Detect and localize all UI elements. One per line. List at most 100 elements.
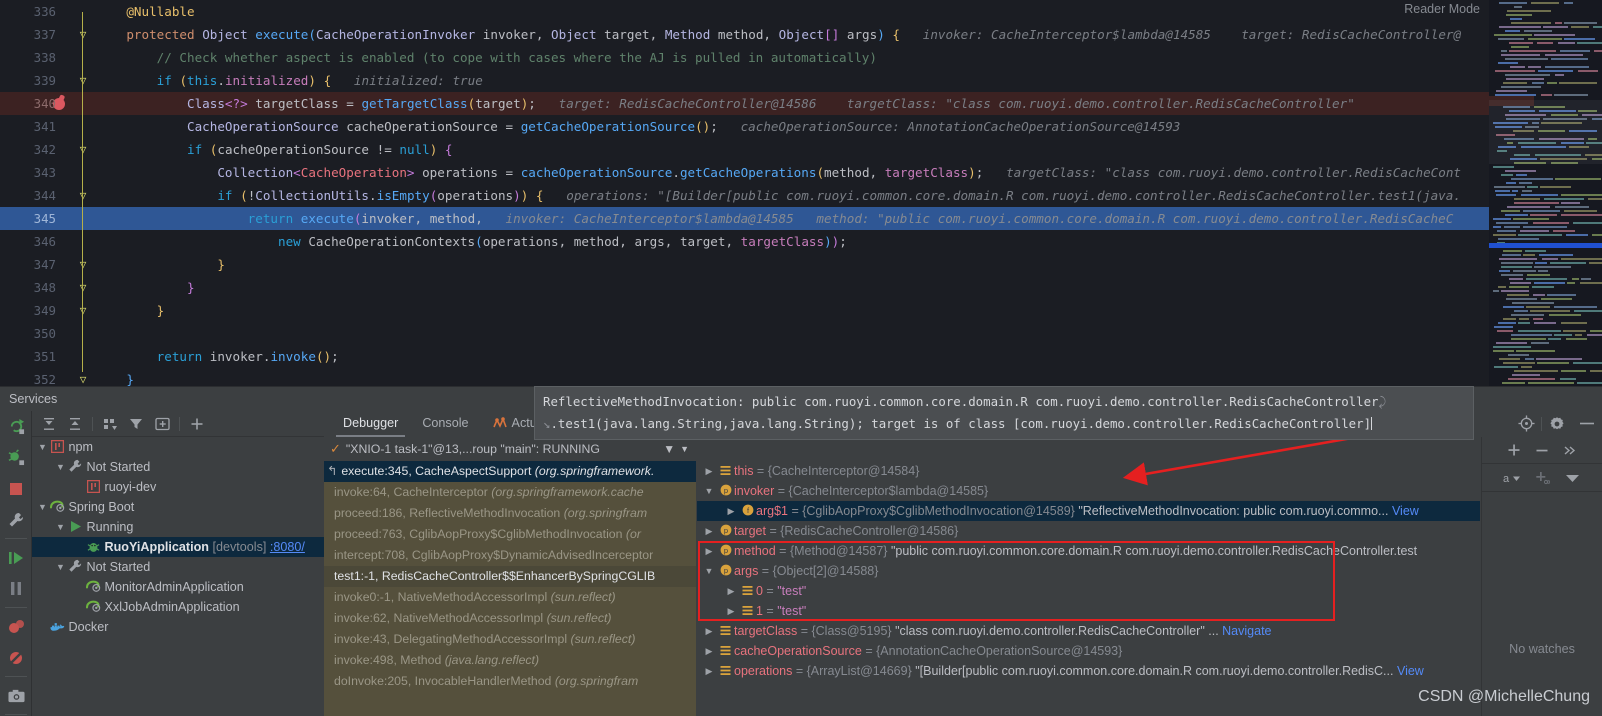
fold-marker-icon[interactable]: ▽ xyxy=(76,184,90,207)
fold-marker-icon[interactable]: ▽ xyxy=(76,253,90,276)
service-port-link[interactable]: :8080/ xyxy=(270,540,305,554)
code-line[interactable]: 340 Class<?> targetClass = getTargetClas… xyxy=(0,92,1489,115)
mute-breakpoints-off-icon[interactable] xyxy=(0,642,32,673)
chevron-right-icon[interactable]: ▶ xyxy=(701,461,717,481)
stack-frame-row[interactable]: invoke:498, Method (java.lang.reflect) xyxy=(324,650,696,671)
chevron-right-icon[interactable]: ▶ xyxy=(723,581,739,601)
service-tree-item[interactable]: ▼ Not Started xyxy=(32,557,324,577)
remove-watch-icon[interactable] xyxy=(1529,439,1555,461)
add-inline-watch-icon[interactable] xyxy=(1529,467,1555,489)
code-line[interactable]: 341 CacheOperationSource cacheOperationS… xyxy=(0,115,1489,138)
watches-toolbar-primary[interactable] xyxy=(1482,437,1602,464)
stack-frame-row[interactable]: proceed:763, CglibAopProxy$CglibMethodIn… xyxy=(324,524,696,545)
mute-breakpoints-icon[interactable] xyxy=(0,611,32,642)
code-line[interactable]: 345 return execute(invoker, method, invo… xyxy=(0,207,1489,230)
code-line[interactable]: 339 ▽ if (this.initialized) { initialized… xyxy=(0,69,1489,92)
fold-marker-icon[interactable]: ▽ xyxy=(76,276,90,299)
fold-marker-icon[interactable]: ▽ xyxy=(76,138,90,161)
code-editor[interactable]: 336 @Nullable 337 ▽ protected Object execu… xyxy=(0,0,1602,386)
code-line[interactable]: 351 return invoker.invoke(); xyxy=(0,345,1489,368)
chevron-right-icon[interactable]: ▶ xyxy=(701,541,717,561)
chevron-down-icon[interactable]: ▼ xyxy=(54,457,67,477)
variable-row[interactable]: ▶ 1 = "test" xyxy=(697,601,1480,621)
settings-wrench-icon[interactable] xyxy=(0,504,32,535)
variable-action-link[interactable]: Navigate xyxy=(1222,624,1271,638)
services-tree[interactable]: ▼ npm ▼ Not Started ruoyi-dev ▼ Spring Boo… xyxy=(32,437,324,716)
tab-console[interactable]: Console xyxy=(411,410,479,437)
code-line[interactable]: 346 new CacheOperationContexts(operation… xyxy=(0,230,1489,253)
service-tree-item[interactable]: Docker xyxy=(32,617,324,637)
chevron-down-icon[interactable]: ▼ xyxy=(36,497,49,517)
code-line[interactable]: 338 // Check whether aspect is enabled (… xyxy=(0,46,1489,69)
chevron-down-icon[interactable]: ▼ xyxy=(701,481,717,501)
variable-row[interactable]: ▼ p args = {Object[2]@14588} xyxy=(697,561,1480,581)
frames-panel[interactable]: ✓ "XNIO-1 task-1"@13,...roup "main": RUN… xyxy=(324,437,696,716)
variable-action-link[interactable]: View xyxy=(1397,664,1424,678)
code-line[interactable]: 350 xyxy=(0,322,1489,345)
chevron-right-icon[interactable]: ▶ xyxy=(701,521,717,541)
add-service-icon[interactable] xyxy=(184,413,210,435)
code-line[interactable]: 343 Collection<CacheOperation> operation… xyxy=(0,161,1489,184)
chevron-right-icon[interactable]: ▶ xyxy=(723,601,739,621)
variable-row[interactable]: ▶ operations = {ArrayList@14669} "[Builde… xyxy=(697,661,1480,681)
reader-mode-label[interactable]: Reader Mode xyxy=(1404,2,1480,16)
fold-marker-icon[interactable]: ▽ xyxy=(76,368,90,386)
debug-icon[interactable] xyxy=(0,442,32,473)
variable-row[interactable]: ▶ p method = {Method@14587} "public com.ru… xyxy=(697,541,1480,561)
variable-row[interactable]: ▶ targetClass = {Class@5195} "class com.r… xyxy=(697,621,1480,641)
filter-icon[interactable] xyxy=(123,413,149,435)
watches-toolbar-secondary[interactable]: a xyxy=(1482,464,1602,492)
code-line[interactable]: 349 ▽ } xyxy=(0,299,1489,322)
code-line[interactable]: 337 ▽ protected Object execute(CacheOpera… xyxy=(0,23,1489,46)
resume-program-icon[interactable] xyxy=(0,542,32,573)
stop-icon[interactable] xyxy=(0,473,32,504)
add-watch-icon[interactable] xyxy=(1501,439,1527,461)
tab-debugger[interactable]: Debugger xyxy=(332,410,409,437)
sort-alpha-icon[interactable]: a xyxy=(1499,467,1525,489)
debugger-toolbar[interactable] xyxy=(1480,410,1602,437)
fold-marker-icon[interactable]: ▽ xyxy=(76,69,90,92)
service-tree-item[interactable]: ▼ Spring Boot xyxy=(32,497,324,517)
thread-selector[interactable]: ✓ "XNIO-1 task-1"@13,...roup "main": RUN… xyxy=(324,437,696,461)
chevron-down-icon[interactable]: ▼ xyxy=(701,561,717,581)
service-tree-item[interactable]: XxlJobAdminApplication xyxy=(32,597,324,617)
minimap-viewport[interactable] xyxy=(1489,100,1602,164)
chevron-right-icon[interactable]: ▶ xyxy=(701,641,717,661)
stack-frames-list[interactable]: ↰ execute:345, CacheAspectSupport (org.sp… xyxy=(324,461,696,692)
service-tree-item[interactable]: ▼ Not Started xyxy=(32,457,324,477)
watches-panel[interactable]: a No watches xyxy=(1481,437,1602,716)
stack-frame-row[interactable]: test1:-1, RedisCacheController$$Enhancer… xyxy=(324,566,696,587)
code-line[interactable]: 347 ▽ } xyxy=(0,253,1489,276)
service-tree-item[interactable]: RuoYiApplication [devtools] :8080/ xyxy=(32,537,324,557)
stack-frame-row[interactable]: invoke:43, DelegatingMethodAccessorImpl … xyxy=(324,629,696,650)
stack-frame-row[interactable]: invoke:64, CacheInterceptor (org.springf… xyxy=(324,482,696,503)
stack-frame-row[interactable]: intercept:708, CglibAopProxy$DynamicAdvi… xyxy=(324,545,696,566)
service-tree-item[interactable]: ▼ npm xyxy=(32,437,324,457)
collapse-all-icon[interactable] xyxy=(62,413,88,435)
code-lines[interactable]: 336 @Nullable 337 ▽ protected Object execu… xyxy=(0,0,1489,386)
stack-frame-row[interactable]: doInvoke:205, InvocableHandlerMethod (or… xyxy=(324,671,696,692)
code-line[interactable]: 344 ▽ if (!CollectionUtils.isEmpty(operat… xyxy=(0,184,1489,207)
stack-frame-row[interactable]: proceed:186, ReflectiveMethodInvocation … xyxy=(324,503,696,524)
more-watches-icon[interactable] xyxy=(1557,439,1583,461)
chevron-right-icon[interactable]: ▶ xyxy=(723,501,739,521)
variable-row[interactable]: ▶ 0 = "test" xyxy=(697,581,1480,601)
service-tree-item[interactable]: ▼ Running xyxy=(32,517,324,537)
fold-marker-icon[interactable]: ▽ xyxy=(76,23,90,46)
minimize-icon[interactable] xyxy=(1572,412,1602,436)
chevron-down-icon[interactable]: ▼ xyxy=(54,517,67,537)
screenshot-icon[interactable] xyxy=(0,680,32,711)
locate-icon[interactable] xyxy=(1511,412,1541,436)
stack-frame-row[interactable]: ↰ execute:345, CacheAspectSupport (org.sp… xyxy=(324,461,696,482)
code-line[interactable]: 348 ▽ } xyxy=(0,276,1489,299)
code-line[interactable]: 352 ▽ } xyxy=(0,368,1489,386)
variable-row[interactable]: ▶ cacheOperationSource = {AnnotationCache… xyxy=(697,641,1480,661)
pause-program-icon[interactable] xyxy=(0,573,32,604)
rerun-icon[interactable] xyxy=(0,411,32,442)
service-tree-item[interactable]: ruoyi-dev xyxy=(32,477,324,497)
settings-gear-icon[interactable] xyxy=(1542,412,1572,436)
code-minimap[interactable] xyxy=(1489,0,1602,386)
group-by-icon[interactable] xyxy=(97,413,123,435)
chevron-down-icon[interactable]: ▼ xyxy=(680,444,696,454)
service-tree-item[interactable]: MonitorAdminApplication xyxy=(32,577,324,597)
